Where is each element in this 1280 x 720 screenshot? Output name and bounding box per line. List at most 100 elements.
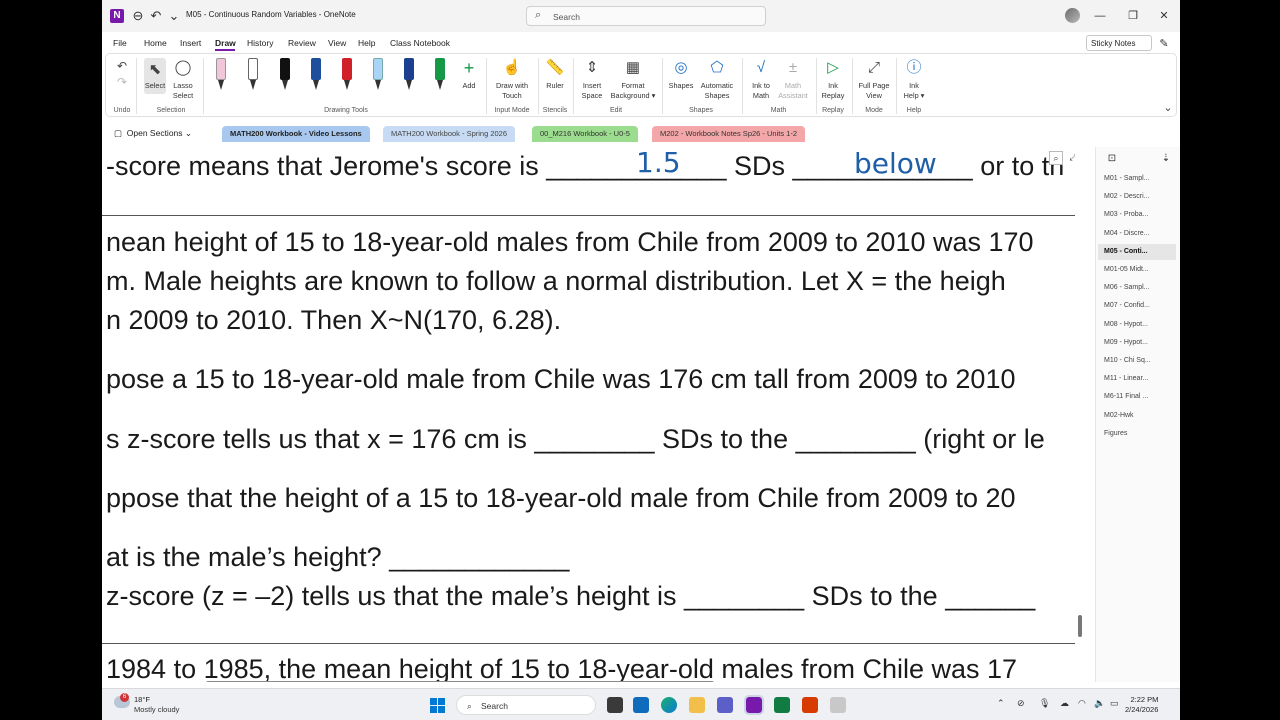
- sticky-notes-button[interactable]: Sticky Notes: [1086, 35, 1152, 51]
- section-tab-spring-2026[interactable]: MATH200 Workbook - Spring 2026: [383, 126, 516, 142]
- insert-space-label[interactable]: Insert Space: [575, 81, 609, 101]
- excel-icon[interactable]: [774, 697, 790, 713]
- open-sections-button[interactable]: ▢ Open Sections ⌄: [114, 128, 192, 139]
- pen-navy[interactable]: [403, 58, 415, 92]
- page-list-item[interactable]: M6-11 Final ...: [1098, 389, 1176, 405]
- page-list-item[interactable]: M02 - Descri...: [1098, 189, 1176, 205]
- ink-help-label[interactable]: Ink Help ▾: [899, 81, 929, 101]
- ink-to-math-label[interactable]: Ink to Math: [746, 81, 776, 101]
- weather-temperature[interactable]: 18°F: [134, 695, 150, 704]
- back-icon[interactable]: ⊖: [130, 8, 146, 24]
- file-explorer-icon[interactable]: [689, 697, 705, 713]
- pen-blue[interactable]: [310, 58, 322, 92]
- snipping-tool-icon[interactable]: [830, 697, 846, 713]
- page-list-item[interactable]: M08 - Hypot...: [1098, 317, 1176, 333]
- pen-pencil[interactable]: [247, 58, 259, 92]
- microphone-icon[interactable]: 🎙: [1039, 698, 1050, 709]
- close-icon[interactable]: ✕: [1156, 8, 1172, 24]
- shapes-icon[interactable]: ◎: [671, 58, 691, 78]
- ruler-icon[interactable]: 📏: [545, 58, 565, 78]
- shapes-label[interactable]: Shapes: [665, 81, 697, 91]
- zoom-icon[interactable]: ⌕: [1049, 151, 1063, 165]
- full-page-view-icon[interactable]: ⤢: [864, 58, 884, 78]
- section-tab-video-lessons[interactable]: MATH200 Workbook - Video Lessons: [222, 126, 370, 142]
- tab-class-notebook[interactable]: Class Notebook: [390, 38, 450, 48]
- page-list-item[interactable]: Figures: [1098, 426, 1176, 442]
- page-list-item[interactable]: M05 - Conti...: [1098, 243, 1176, 260]
- lasso-icon[interactable]: ◯: [173, 58, 193, 78]
- horizontal-scrollbar[interactable]: [206, 681, 714, 682]
- pen-black[interactable]: [279, 58, 291, 92]
- page-list-item[interactable]: M07 - Confid...: [1098, 298, 1176, 314]
- add-pen-icon[interactable]: +: [459, 58, 479, 78]
- ribbon-collapse-icon[interactable]: ⌄: [1158, 98, 1178, 118]
- search-input[interactable]: ⌕ Search: [526, 6, 766, 26]
- tab-help[interactable]: Help: [358, 38, 375, 48]
- outlook-icon[interactable]: [633, 697, 649, 713]
- tab-history[interactable]: History: [247, 38, 273, 48]
- windows-start-icon[interactable]: [430, 698, 445, 713]
- draw-with-touch-icon[interactable]: ☝: [502, 58, 522, 78]
- tab-home[interactable]: Home: [144, 38, 167, 48]
- add-pen-label[interactable]: Add: [455, 81, 483, 91]
- task-view-icon[interactable]: [607, 697, 623, 713]
- acrobat-icon[interactable]: [802, 697, 818, 713]
- insert-space-icon[interactable]: ⇕: [582, 58, 602, 78]
- chevron-up-icon[interactable]: ⌃: [997, 698, 1005, 709]
- full-page-view-label[interactable]: Full Page View: [855, 81, 893, 101]
- format-background-label[interactable]: Format Background ▾: [607, 81, 659, 101]
- page-list-item[interactable]: M04 - Discre...: [1098, 226, 1176, 242]
- ink-help-icon[interactable]: ⓘ: [904, 58, 924, 78]
- tab-draw[interactable]: Draw: [215, 38, 236, 48]
- pen-settings-icon[interactable]: ✎: [1156, 36, 1172, 52]
- maximize-icon[interactable]: ❐: [1125, 8, 1141, 24]
- highlighter-light-blue[interactable]: [372, 58, 384, 92]
- pen-pink[interactable]: [215, 58, 227, 92]
- tab-review[interactable]: Review: [288, 38, 316, 48]
- quick-access-chevron-icon[interactable]: ⌄: [166, 8, 182, 24]
- page-list-item[interactable]: M01-05 Midt...: [1098, 262, 1176, 278]
- ink-to-math-icon[interactable]: √: [751, 58, 771, 78]
- vertical-scrollbar[interactable]: [1078, 615, 1082, 637]
- format-background-icon[interactable]: ▦: [623, 58, 643, 78]
- onenote-taskbar-icon[interactable]: [744, 695, 764, 715]
- avatar[interactable]: [1065, 8, 1080, 23]
- section-tab-m216[interactable]: 00_M216 Workbook - U0-5: [532, 126, 638, 142]
- page-canvas[interactable]: -score means that Jerome's score is ____…: [102, 147, 1075, 682]
- edge-icon[interactable]: [661, 697, 677, 713]
- page-list-item[interactable]: M02-Hwk: [1098, 408, 1176, 424]
- page-list-item[interactable]: M03 - Proba...: [1098, 207, 1176, 223]
- page-list-item[interactable]: M10 - Chi Sq...: [1098, 353, 1176, 369]
- draw-with-touch-label[interactable]: Draw with Touch: [490, 81, 534, 101]
- undo-icon[interactable]: ↶: [148, 8, 164, 24]
- automatic-shapes-icon[interactable]: ⬠: [707, 58, 727, 78]
- tab-file[interactable]: File: [113, 38, 127, 48]
- math-assistant-icon[interactable]: ±: [783, 58, 803, 78]
- add-page-icon[interactable]: ⊡: [1104, 151, 1120, 167]
- volume-icon[interactable]: 🔈: [1094, 698, 1105, 709]
- tab-view[interactable]: View: [328, 38, 346, 48]
- sort-pages-icon[interactable]: ⇣: [1158, 151, 1174, 167]
- weather-status[interactable]: Mostly cloudy: [134, 705, 179, 714]
- section-tab-m202[interactable]: M202 - Workbook Notes Sp26 - Units 1-2: [652, 126, 806, 142]
- tab-insert[interactable]: Insert: [180, 38, 201, 48]
- math-assistant-label[interactable]: Math Assistant: [774, 81, 812, 101]
- wifi-icon[interactable]: ◠: [1078, 698, 1086, 709]
- expand-icon[interactable]: ⤢: [1066, 151, 1075, 165]
- page-list-item[interactable]: M09 - Hypot...: [1098, 335, 1176, 351]
- page-list-item[interactable]: M01 - Sampl...: [1098, 171, 1176, 187]
- redo-icon[interactable]: ↷: [112, 72, 132, 92]
- ruler-label[interactable]: Ruler: [540, 81, 570, 91]
- pen-red[interactable]: [341, 58, 353, 92]
- page-list-item[interactable]: M06 - Sampl...: [1098, 280, 1176, 296]
- pen-green[interactable]: [434, 58, 446, 92]
- network-off-icon[interactable]: ⊘: [1017, 698, 1025, 709]
- ink-replay-label[interactable]: Ink Replay: [818, 81, 848, 101]
- page-list-item[interactable]: M11 - Linear...: [1098, 371, 1176, 387]
- automatic-shapes-label[interactable]: Automatic Shapes: [696, 81, 738, 101]
- minimize-icon[interactable]: —: [1092, 8, 1108, 24]
- battery-icon[interactable]: ▭: [1110, 698, 1119, 709]
- onedrive-icon[interactable]: ☁: [1060, 698, 1069, 709]
- teams-icon[interactable]: [717, 697, 733, 713]
- lasso-select-label[interactable]: Lasso Select: [168, 81, 198, 101]
